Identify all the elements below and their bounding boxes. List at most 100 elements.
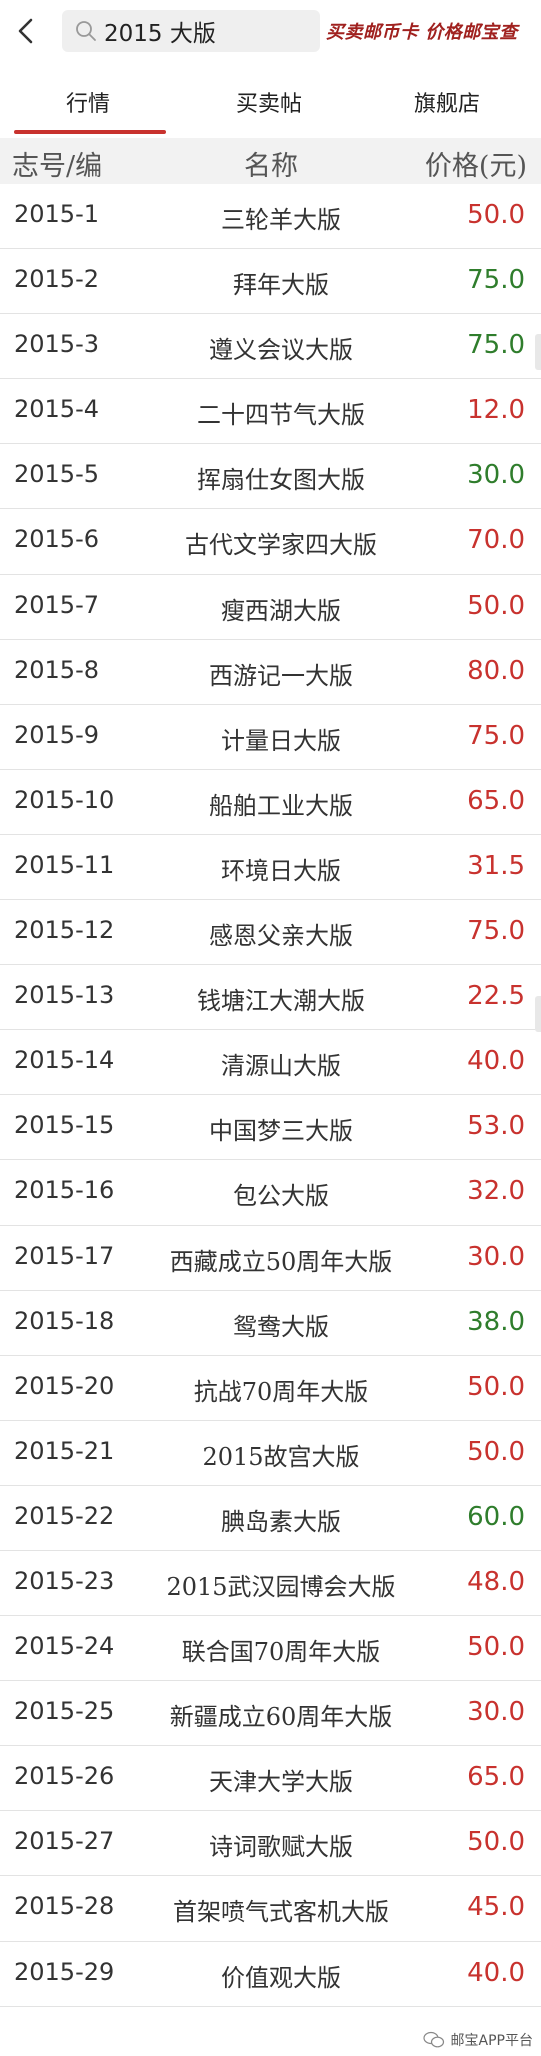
stamp-code: 2015-24 [14, 1632, 115, 1661]
stamp-price: 40.0 [467, 1957, 525, 1988]
table-row[interactable]: 2015-24 联合国70周年大版 50.0 [0, 1616, 541, 1682]
column-header-price: 价格(元) [424, 151, 527, 182]
table-row[interactable]: 2015-23 2015武汉园博会大版 48.0 [0, 1550, 541, 1617]
stamp-code: 2015-5 [14, 460, 100, 489]
table-row[interactable]: 2015-1 三轮羊大版 50.0 [0, 184, 541, 250]
stamp-price: 50.0 [467, 1632, 525, 1663]
stamp-name: 2015故宫大版 [202, 1442, 360, 1471]
stamp-name: 三轮羊大版 [221, 206, 341, 234]
table-row[interactable]: 2015-11 环境日大版 31.5 [0, 834, 541, 901]
table-row[interactable]: 2015-15 中国梦三大版 53.0 [0, 1095, 541, 1161]
stamp-code: 2015-15 [14, 1111, 115, 1140]
stamp-name: 环境日大版 [221, 856, 341, 885]
stamp-code: 2015-2 [14, 265, 100, 294]
stamp-code: 2015-29 [14, 1957, 115, 1986]
stamp-name: 联合国70周年大版 [181, 1638, 381, 1667]
table-row[interactable]: 2015-20 抗战70周年大版 50.0 [0, 1355, 541, 1421]
table-row[interactable]: 2015-4 二十四节气大版 12.0 [0, 379, 541, 445]
table-row[interactable]: 2015-6 古代文学家四大版 70.0 [0, 509, 541, 575]
table-row[interactable]: 2015-18 鸳鸯大版 38.0 [0, 1290, 541, 1356]
stamp-code: 2015-1 [14, 200, 100, 228]
stamp-name: 瘦西湖大版 [221, 596, 341, 625]
stamp-code: 2015-6 [14, 525, 100, 554]
stamp-code: 2015-9 [14, 720, 100, 749]
search-icon [76, 21, 96, 41]
table-row[interactable]: 2015-14 清源山大版 40.0 [0, 1030, 541, 1096]
stamp-price: 65.0 [467, 1762, 525, 1793]
stamp-code: 2015-14 [14, 1046, 115, 1075]
tab-market[interactable]: 行情 [66, 86, 110, 118]
stamp-price: 31.5 [467, 850, 525, 881]
table-row[interactable]: 2015-3 遵义会议大版 75.0 [0, 314, 541, 380]
stamp-name: 价值观大版 [221, 1963, 341, 1992]
stamp-name: 首架喷气式客机大版 [173, 1898, 389, 1927]
tab-flagship-store[interactable]: 旗舰店 [414, 86, 480, 118]
table-row[interactable]: 2015-10 船舶工业大版 65.0 [0, 769, 541, 835]
stamp-price: 32.0 [467, 1176, 525, 1207]
stamp-price: 60.0 [467, 1501, 525, 1532]
table-row[interactable]: 2015-9 计量日大版 75.0 [0, 704, 541, 770]
stamp-code: 2015-22 [14, 1501, 115, 1530]
stamp-code: 2015-10 [14, 785, 115, 814]
scroll-indicator [535, 334, 541, 370]
stamp-price: 30.0 [467, 460, 525, 491]
stamp-name: 拜年大版 [233, 271, 329, 300]
stamp-code: 2015-28 [14, 1892, 115, 1921]
stamp-price: 30.0 [467, 1697, 525, 1728]
table-row[interactable]: 2015-21 2015故宫大版 50.0 [0, 1420, 541, 1486]
stamp-name: 计量日大版 [221, 726, 341, 755]
stamp-price: 50.0 [467, 1436, 525, 1467]
tab-trade-posts[interactable]: 买卖帖 [236, 86, 302, 118]
back-button[interactable] [12, 14, 40, 48]
table-row[interactable]: 2015-5 挥扇仕女图大版 30.0 [0, 444, 541, 510]
table-row[interactable]: 2015-25 新疆成立60周年大版 30.0 [0, 1681, 541, 1747]
stamp-name: 中国梦三大版 [209, 1117, 353, 1146]
stamp-code: 2015-12 [14, 916, 115, 945]
scroll-indicator [535, 996, 541, 1032]
stamp-price: 50.0 [467, 200, 525, 230]
table-row[interactable]: 2015-29 价值观大版 40.0 [0, 1941, 541, 2007]
stamp-name: 二十四节气大版 [197, 401, 365, 430]
stamp-name: 天津大学大版 [209, 1768, 353, 1797]
stamp-price: 80.0 [467, 655, 525, 686]
promo-banner[interactable]: 买卖邮币卡 价格邮宝查 [326, 18, 518, 44]
stamp-price: 53.0 [467, 1111, 525, 1142]
stamp-price: 40.0 [467, 1046, 525, 1077]
table-header: 志号/编 名称 价格(元) [0, 138, 541, 184]
stamp-name: 腆岛素大版 [221, 1507, 341, 1536]
top-bar: 2015 大版 买卖邮币卡 价格邮宝查 [0, 0, 541, 64]
table-row[interactable]: 2015-27 诗词歌赋大版 50.0 [0, 1811, 541, 1877]
stamp-code: 2015-16 [14, 1176, 115, 1205]
price-table: 2015-1 三轮羊大版 50.0 2015-2 拜年大版 75.0 2015-3 遵义会议大… [0, 184, 541, 2007]
stamp-price: 50.0 [467, 590, 525, 621]
table-row[interactable]: 2015-28 首架喷气式客机大版 45.0 [0, 1876, 541, 1942]
stamp-price: 75.0 [467, 330, 525, 361]
table-row[interactable]: 2015-2 拜年大版 75.0 [0, 249, 541, 315]
stamp-code: 2015-13 [14, 981, 115, 1010]
tab-bar: 行情 买卖帖 旗舰店 [0, 64, 541, 138]
stamp-code: 2015-25 [14, 1697, 115, 1726]
table-row[interactable]: 2015-13 钱塘江大潮大版 22.5 [0, 965, 541, 1031]
stamp-price: 50.0 [467, 1827, 525, 1858]
table-row[interactable]: 2015-8 西游记一大版 80.0 [0, 639, 541, 705]
stamp-price: 70.0 [467, 525, 525, 556]
table-row[interactable]: 2015-16 包公大版 32.0 [0, 1160, 541, 1226]
table-row[interactable]: 2015-7 瘦西湖大版 50.0 [0, 574, 541, 640]
table-row[interactable]: 2015-22 腆岛素大版 60.0 [0, 1485, 541, 1551]
stamp-price: 38.0 [467, 1306, 525, 1337]
stamp-code: 2015-27 [14, 1827, 115, 1856]
table-row[interactable]: 2015-17 西藏成立50周年大版 30.0 [0, 1225, 541, 1291]
stamp-code: 2015-26 [14, 1762, 115, 1791]
active-tab-indicator [14, 130, 166, 134]
stamp-name: 西游记一大版 [209, 661, 353, 690]
stamp-code: 2015-21 [14, 1436, 115, 1465]
stamp-name: 船舶工业大版 [209, 791, 353, 820]
search-input[interactable]: 2015 大版 [62, 10, 320, 52]
table-row[interactable]: 2015-12 感恩父亲大版 75.0 [0, 900, 541, 966]
stamp-name: 鸳鸯大版 [233, 1312, 329, 1341]
stamp-price: 12.0 [467, 395, 525, 426]
table-row[interactable]: 2015-26 天津大学大版 65.0 [0, 1746, 541, 1812]
stamp-code: 2015-11 [14, 850, 115, 879]
stamp-code: 2015-7 [14, 590, 100, 619]
stamp-price: 50.0 [467, 1371, 525, 1402]
